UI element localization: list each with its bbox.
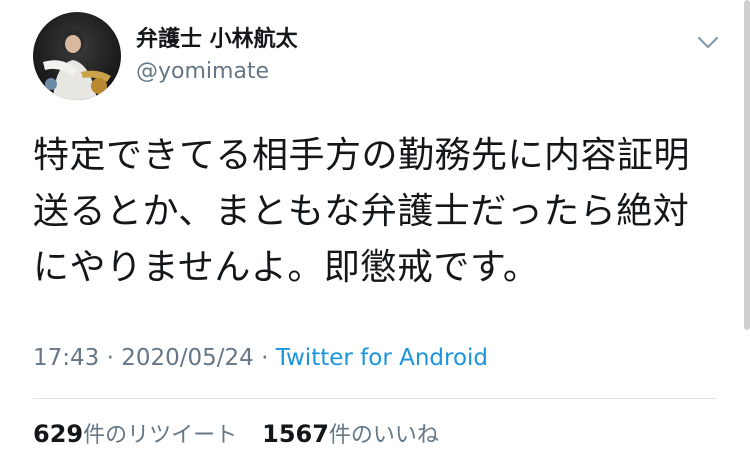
tweet-text: 特定できてる相手方の勤務先に内容証明 送るとか、まともな弁護士だったら絶対 にや… [33,128,723,296]
chevron-down-icon[interactable] [694,28,722,56]
display-name[interactable]: 弁護士 小林航太 [136,26,298,54]
divider [33,398,717,399]
meta-separator: · [99,345,122,371]
tweet-card: 弁護士 小林航太 @yomimate 特定できてる相手方の勤務先に内容証明 送る… [0,0,750,464]
tweet-stats: 629件のリツイート 1567件のいいね [33,418,439,452]
tweet-text-line: にやりませんよ。即懲戒です。 [33,247,540,288]
avatar-photo-icon [33,12,121,100]
tweet-meta: 17:43 · 2020/05/24 · Twitter for Android [33,342,488,374]
user-names[interactable]: 弁護士 小林航太 @yomimate [136,26,298,86]
retweets-label: 件のリツイート [83,423,238,448]
likes-count: 1567 [262,420,329,448]
avatar[interactable] [33,12,121,100]
meta-separator: · [253,345,276,371]
tweet-source-link[interactable]: Twitter for Android [276,345,488,371]
tweet-header: 弁護士 小林航太 @yomimate [33,12,730,104]
retweets-count: 629 [33,420,84,448]
scrollbar[interactable] [744,0,750,330]
likes-label: 件のいいね [328,423,439,448]
tweet-text-line: 送るとか、まともな弁護士だったら絶対 [33,191,690,232]
likes-stat[interactable]: 1567件のいいね [262,418,439,452]
tweet-time[interactable]: 17:43 [33,345,99,371]
tweet-text-line: 特定できてる相手方の勤務先に内容証明 [33,135,691,176]
tweet-date[interactable]: 2020/05/24 [121,345,254,371]
retweets-stat[interactable]: 629件のリツイート [33,418,237,452]
user-handle[interactable]: @yomimate [136,58,298,86]
